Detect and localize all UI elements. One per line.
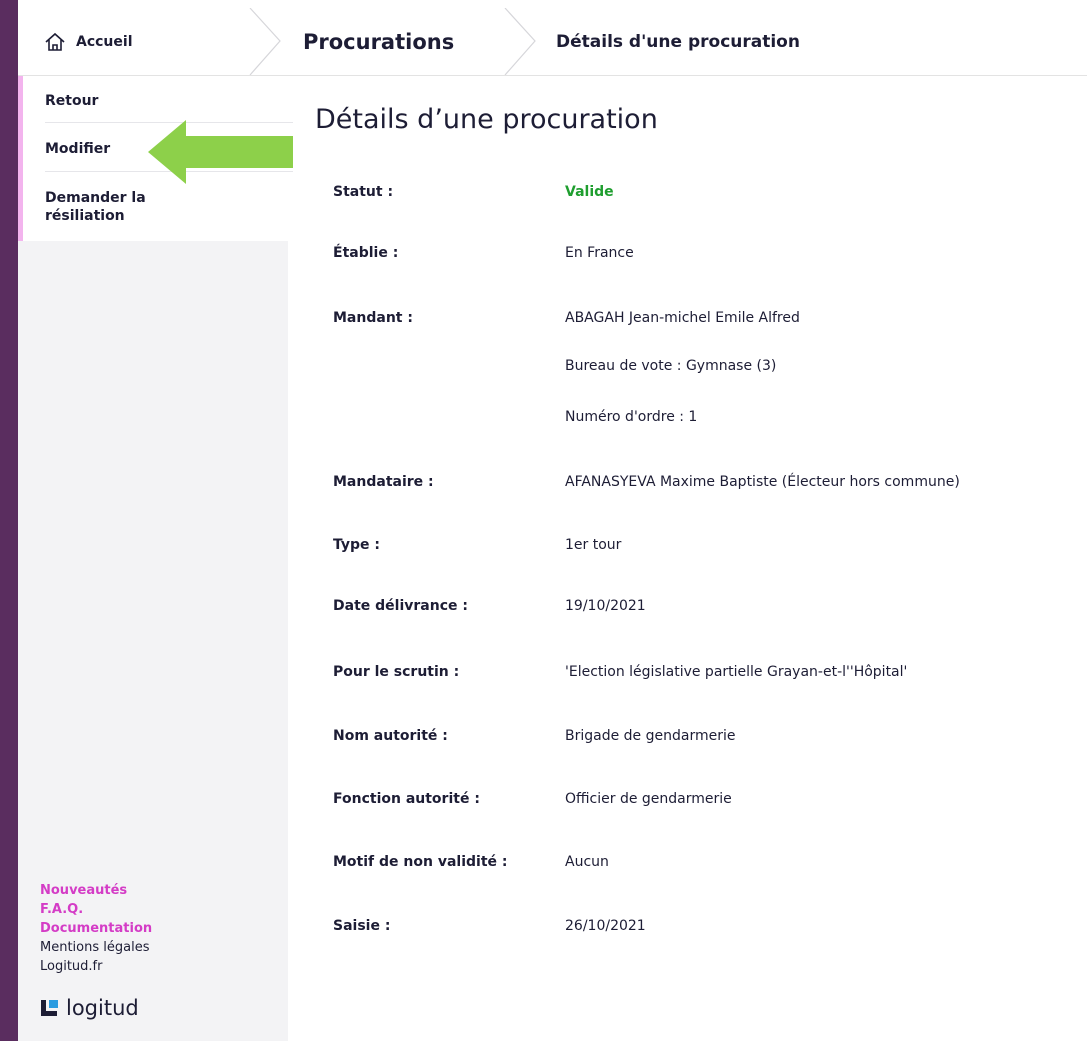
link-logitud-fr[interactable]: Logitud.fr	[40, 957, 152, 976]
detail-label: Pour le scrutin :	[333, 664, 460, 680]
detail-value: 26/10/2021	[565, 918, 646, 934]
sidebar-links: Nouveautés F.A.Q. Documentation Mentions…	[40, 881, 152, 976]
link-mentions-legales[interactable]: Mentions légales	[40, 938, 152, 957]
page-title: Détails d’une procuration	[315, 104, 658, 135]
detail-value-bureau: Bureau de vote : Gymnase (3)	[565, 358, 777, 374]
sidebar-item-resiliation[interactable]: Demander la résiliation	[45, 189, 195, 225]
sidebar: Retour Modifier Demander la résiliation …	[18, 76, 293, 1041]
breadcrumb-current: Détails d'une procuration	[556, 31, 800, 52]
detail-label: Statut :	[333, 184, 394, 200]
logitud-logo: logitud	[40, 996, 139, 1020]
detail-label: Saisie :	[333, 918, 391, 934]
breadcrumb-home[interactable]: Accueil	[44, 8, 133, 75]
detail-value: ABAGAH Jean-michel Emile Alfred	[565, 310, 800, 326]
status-badge: Valide	[565, 184, 614, 200]
link-faq[interactable]: F.A.Q.	[40, 900, 152, 919]
detail-label: Nom autorité :	[333, 728, 448, 744]
detail-label: Mandant :	[333, 310, 413, 326]
breadcrumb: Accueil Procurations Détails d'une procu…	[18, 8, 1087, 76]
link-documentation[interactable]: Documentation	[40, 919, 152, 938]
detail-label: Type :	[333, 537, 381, 553]
link-nouveautes[interactable]: Nouveautés	[40, 881, 152, 900]
detail-label: Mandataire :	[333, 474, 434, 490]
detail-value: 1er tour	[565, 537, 622, 553]
detail-value-numero: Numéro d'ordre : 1	[565, 409, 698, 425]
logo-text: logitud	[66, 996, 139, 1020]
detail-value: Aucun	[565, 854, 609, 870]
breadcrumb-procurations[interactable]: Procurations	[303, 8, 454, 75]
detail-value: En France	[565, 245, 634, 261]
detail-label: Fonction autorité :	[333, 791, 480, 807]
detail-value: 'Election législative partielle Grayan-e…	[565, 664, 908, 680]
detail-label: Motif de non validité :	[333, 854, 508, 870]
detail-value: AFANASYEVA Maxime Baptiste (Électeur hor…	[565, 474, 960, 490]
detail-label: Établie :	[333, 245, 399, 261]
detail-value: Brigade de gendarmerie	[565, 728, 736, 744]
breadcrumb-home-label: Accueil	[76, 33, 133, 50]
breadcrumb-separator-icon	[504, 8, 536, 75]
logitud-logo-icon	[41, 1000, 58, 1016]
home-icon	[45, 32, 65, 51]
detail-label: Date délivrance :	[333, 598, 468, 614]
breadcrumb-separator-icon	[249, 8, 281, 75]
sidebar-item-retour[interactable]: Retour	[45, 92, 285, 110]
app-frame: Accueil Procurations Détails d'une procu…	[18, 0, 1087, 1041]
detail-value: Officier de gendarmerie	[565, 791, 732, 807]
green-arrow-icon	[148, 120, 293, 184]
detail-value: 19/10/2021	[565, 598, 646, 614]
